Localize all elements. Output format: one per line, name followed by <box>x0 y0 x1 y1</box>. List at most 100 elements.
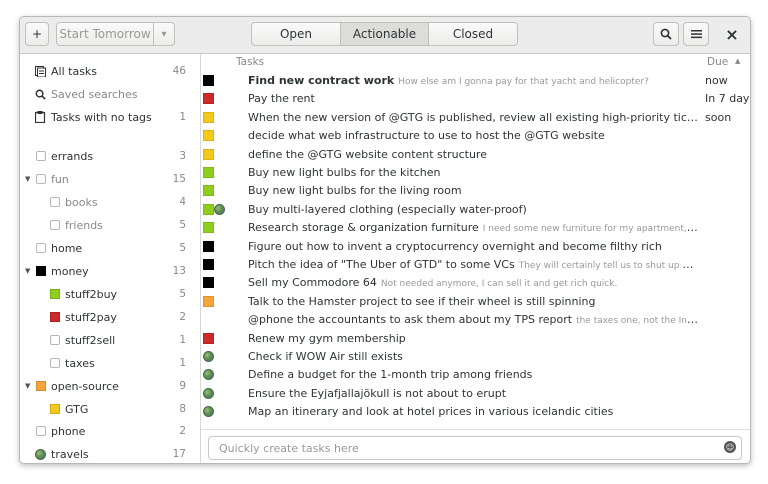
task-tag-swatches <box>203 240 214 252</box>
sidebar-item-label: Tasks with no tags <box>51 110 152 124</box>
table-row[interactable]: Talk to the Hamster project to see if th… <box>201 293 750 311</box>
sidebar-item-label: phone <box>51 424 86 438</box>
sidebar-item-fun[interactable]: ▼ fun 15 <box>20 169 200 189</box>
table-row[interactable]: Check if WOW Air still exists <box>201 348 750 366</box>
table-row[interactable]: Research storage & organization furnitur… <box>201 219 750 237</box>
tag-color-empty <box>36 243 46 253</box>
task-tag-swatches <box>203 93 214 105</box>
tag-color-swatch <box>203 93 214 105</box>
sidebar-item-money[interactable]: ▼ money 13 <box>20 261 200 281</box>
sidebar-item-stuff2sell[interactable]: stuff2sell 1 <box>20 330 200 350</box>
table-row[interactable]: Buy multi-layered clothing (especially w… <box>201 201 750 219</box>
task-due: In 7 days <box>705 92 751 106</box>
start-tomorrow-button[interactable]: Start Tomorrow <box>56 22 154 46</box>
task-tag-swatches <box>203 75 214 86</box>
table-row[interactable]: Sell my Commodore 64 Not needed anymore, … <box>201 274 750 292</box>
sidebar-item-errands[interactable]: errands 3 <box>20 146 200 166</box>
table-row[interactable]: Buy new light bulbs for the kitchen <box>201 164 750 182</box>
chevron-down-icon: ▾ <box>161 28 167 40</box>
expander-down-icon[interactable]: ▼ <box>25 267 30 275</box>
tag-color-swatch <box>50 312 60 322</box>
table-row[interactable]: define the @GTG website content structur… <box>201 146 750 164</box>
sidebar-item-label: taxes <box>65 356 95 370</box>
column-header: Tasks Due ▲ <box>201 54 750 70</box>
sidebar-item-friends[interactable]: friends 5 <box>20 215 200 235</box>
search-icon <box>35 89 46 100</box>
task-title-text: Find new contract work <box>248 74 395 87</box>
table-row[interactable]: @phone the accountants to ask them about… <box>201 311 750 329</box>
task-title: Renew my gym membership <box>248 332 406 345</box>
expander-down-icon[interactable]: ▼ <box>25 382 30 390</box>
table-row[interactable]: Figure out how to invent a cryptocurrenc… <box>201 238 750 256</box>
table-row[interactable]: Define a budget for the 1-month trip amo… <box>201 366 750 384</box>
sidebar-item-count: 2 <box>179 425 186 437</box>
tag-color-swatch <box>203 75 214 86</box>
task-tag-swatches <box>203 351 214 362</box>
table-row[interactable]: Renew my gym membership <box>201 330 750 348</box>
tag-color-empty <box>36 426 46 436</box>
task-tag-swatches <box>203 167 214 178</box>
tab-closed[interactable]: Closed <box>428 22 518 46</box>
sidebar-item-label: friends <box>65 218 103 232</box>
sidebar-item-gtg[interactable]: GTG 8 <box>20 399 200 419</box>
task-title-text: Ensure the Eyjafjallajökull is not about… <box>248 386 507 400</box>
task-title: Figure out how to invent a cryptocurrenc… <box>248 240 662 253</box>
task-tag-swatches <box>203 387 214 399</box>
task-title-text: define the @GTG website content structur… <box>248 147 487 161</box>
tag-color-swatch <box>36 381 46 391</box>
sidebar-item-taxes[interactable]: taxes 1 <box>20 353 200 373</box>
column-header-due[interactable]: Due <box>707 56 728 68</box>
tag-color-swatch <box>203 277 214 289</box>
task-title: decide what web infrastructure to use to… <box>248 129 605 142</box>
table-row[interactable]: Find new contract work How else am I gonn… <box>201 72 750 90</box>
expander-down-icon[interactable]: ▼ <box>25 175 30 183</box>
table-row[interactable]: decide what web infrastructure to use to… <box>201 127 750 145</box>
task-tag-swatches <box>203 222 214 234</box>
sidebar-item-stuff2pay[interactable]: stuff2pay 2 <box>20 307 200 327</box>
tag-color-empty <box>36 174 46 184</box>
table-row[interactable]: When the new version of @GTG is publishe… <box>201 109 750 127</box>
table-row[interactable]: Pay the rent In 7 days <box>201 90 750 108</box>
task-title-text: Research storage & organization furnitur… <box>248 221 479 235</box>
sidebar-item-books[interactable]: books 4 <box>20 192 200 212</box>
sidebar-item-label: stuff2buy <box>65 287 118 301</box>
quick-add-input[interactable] <box>208 436 742 460</box>
sidebar-item-travels[interactable]: travels 17 <box>20 444 200 463</box>
sidebar-item-saved-searches[interactable]: Saved searches <box>20 84 200 104</box>
sidebar-item-label: money <box>51 264 89 278</box>
table-row[interactable]: Map an itinerary and look at hotel price… <box>201 403 750 421</box>
tag-color-swatch <box>203 240 214 252</box>
close-button[interactable]: × <box>720 23 744 45</box>
table-row[interactable]: Pitch the idea of "The Uber of GTD" to s… <box>201 256 750 274</box>
task-title-text: @phone the accountants to ask them about… <box>248 313 573 327</box>
tag-color-empty <box>50 220 60 230</box>
sidebar-item-open-source[interactable]: ▼ open-source 9 <box>20 376 200 396</box>
sidebar-item-no-tags[interactable]: Tasks with no tags 1 <box>20 107 200 127</box>
tab-actionable[interactable]: Actionable <box>340 22 429 46</box>
sidebar-item-all-tasks[interactable]: All tasks 46 <box>20 61 200 81</box>
menu-button[interactable] <box>683 22 709 46</box>
search-icon <box>660 28 672 40</box>
sidebar-item-label: Saved searches <box>51 87 138 101</box>
sidebar-item-label: home <box>51 241 83 255</box>
sidebar-item-label: stuff2pay <box>65 310 117 324</box>
task-title: Buy multi-layered clothing (especially w… <box>248 203 527 216</box>
add-task-button[interactable]: + <box>25 22 49 46</box>
task-title: Map an itinerary and look at hotel price… <box>248 405 613 418</box>
tab-open[interactable]: Open <box>251 22 341 46</box>
table-row[interactable]: Buy new light bulbs for the living room <box>201 182 750 200</box>
sidebar-item-count: 5 <box>179 288 186 300</box>
sidebar-item-home[interactable]: home 5 <box>20 238 200 258</box>
search-button[interactable] <box>653 22 679 46</box>
table-row[interactable]: Ensure the Eyjafjallajökull is not about… <box>201 385 750 403</box>
sidebar-item-stuff2buy[interactable]: stuff2buy 5 <box>20 284 200 304</box>
task-tag-swatches <box>203 203 225 215</box>
start-dropdown-button[interactable]: ▾ <box>153 22 175 46</box>
emoji-icon[interactable]: ☺ <box>724 441 736 453</box>
task-due: now <box>705 74 728 87</box>
column-header-tasks[interactable]: Tasks <box>236 56 264 68</box>
sidebar-item-phone[interactable]: phone 2 <box>20 421 200 441</box>
tag-color-empty <box>36 151 46 161</box>
sidebar-item-count: 2 <box>179 311 186 323</box>
task-tag-swatches <box>203 295 214 307</box>
